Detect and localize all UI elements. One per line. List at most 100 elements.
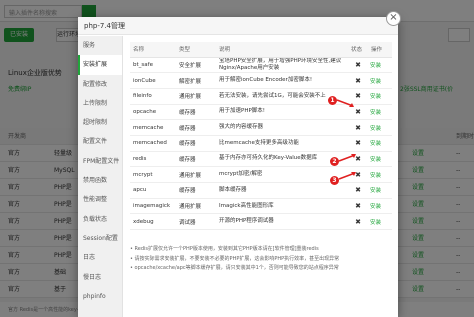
extension-row: ionCube 解密扩展 用于解密ionCube Encoder加密脚本! ✖ 安装 — [130, 72, 392, 89]
sidebar-item[interactable]: FPM配置文件 — [78, 152, 122, 171]
extension-type: 缓存器 — [176, 119, 216, 136]
php-manage-dialog: php-7.4管理 × 服务 安装扩展 配置修改 上传限制 超时限制 配置文件 FPM配置文… — [78, 11, 401, 317]
extension-type: 缓存器 — [176, 151, 216, 168]
extension-table: 名称 类型 说明 状态 操作 bt_safe 安全扩展 宝塔PHP安全扩展，用于增强… — [130, 42, 392, 231]
annotation-arrow-2 — [338, 154, 356, 162]
col-op: 操作 — [368, 42, 392, 58]
extension-desc: 开源的PHP程序调试器 — [216, 213, 348, 231]
extension-status: ✖ — [348, 182, 368, 199]
extension-type: 解密扩展 — [176, 72, 216, 89]
extension-status: ✖ — [348, 72, 368, 89]
extension-row: memcache 缓存器 强大的内容缓存器 ✖ 安装 — [130, 119, 392, 136]
install-link[interactable]: 安装 — [368, 198, 392, 215]
sidebar-item[interactable]: 上传限制 — [78, 94, 122, 113]
sidebar-item[interactable]: 负载状态 — [78, 210, 122, 229]
install-link[interactable]: 安装 — [368, 166, 392, 183]
extension-type: 安全扩展 — [176, 57, 216, 74]
install-link-label[interactable]: 安装 — [370, 126, 381, 132]
sidebar-item[interactable]: 日志 — [78, 248, 122, 267]
note-line: • 请按实际需求安装扩展，不要安装不必要的PHP扩展，这会影响PHP执行效率，甚… — [130, 255, 340, 262]
note-line: • Redis扩展仅允许一个PHP版本使用，安装到其它PHP版本请在[软件管理]… — [130, 246, 319, 252]
install-link-label[interactable]: 安装 — [370, 94, 381, 100]
col-status: 状态 — [348, 42, 368, 58]
col-desc: 说明 — [216, 42, 348, 58]
extension-name: mcrypt — [130, 166, 176, 183]
install-link[interactable]: 安装 — [368, 135, 392, 152]
install-link-label[interactable]: 安装 — [370, 110, 381, 116]
extension-row: imagemagick 通用扩展 Imagick高性能图形库 ✖ 安装 — [130, 198, 392, 215]
sidebar-item[interactable]: 安装扩展 — [78, 55, 122, 75]
extension-list: 名称 类型 说明 状态 操作 bt_safe 安全扩展 宝塔PHP安全扩展，用于增强… — [130, 42, 392, 231]
extension-type: 调试器 — [176, 213, 216, 231]
extension-status: ✖ — [348, 135, 368, 152]
extension-name: memcache — [130, 119, 176, 136]
install-link-label[interactable]: 安装 — [370, 188, 381, 194]
extension-name: redis — [130, 151, 176, 168]
install-link-label[interactable]: 安装 — [370, 141, 381, 147]
sidebar-item[interactable]: 服务 — [78, 36, 122, 55]
extension-desc: 用于加速PHP脚本! — [216, 104, 348, 121]
extension-type: 通用扩展 — [176, 166, 216, 183]
extension-name: bt_safe — [130, 57, 176, 74]
install-link[interactable]: 安装 — [368, 119, 392, 136]
install-link-label[interactable]: 安装 — [370, 204, 381, 210]
extension-type: 缓存器 — [176, 104, 216, 121]
notes-list: • Redis扩展仅允许一个PHP版本使用，安装到其它PHP版本请在[软件管理]… — [130, 245, 392, 274]
note-line: • opcache/xcache/apc等脚本缓存扩展，请只安装其中1个，否则可… — [130, 265, 339, 272]
close-icon[interactable]: × — [386, 11, 401, 26]
extension-name: memcached — [130, 135, 176, 152]
extension-name: opcache — [130, 104, 176, 121]
annotation-arrow-1 — [336, 99, 354, 107]
extension-type: 缓存器 — [176, 135, 216, 152]
sidebar-item[interactable]: 配置文件 — [78, 132, 122, 151]
sidebar-item[interactable]: Session配置 — [78, 229, 122, 248]
extension-desc: 脚本缓存器 — [216, 182, 348, 199]
extension-desc: 基于内存亦可持久化的Key-Value数据库 — [216, 151, 348, 168]
install-link[interactable]: 安装 — [368, 57, 392, 74]
install-link[interactable]: 安装 — [368, 88, 392, 105]
sidebar-item[interactable]: 慢日志 — [78, 268, 122, 287]
extension-desc: 强大的内容缓存器 — [216, 119, 348, 136]
extension-desc: mcrypt加密/解密 — [216, 166, 348, 183]
sidebar-item[interactable]: 禁用函数 — [78, 171, 122, 190]
install-link-label[interactable]: 安装 — [370, 79, 381, 85]
extension-row: bt_safe 安全扩展 宝塔PHP安全扩展，用于增强PHP环境安全性,建议Ngin… — [130, 57, 392, 74]
dialog-title: php-7.4管理 — [78, 17, 398, 35]
extension-name: xdebug — [130, 213, 176, 231]
extension-status: ✖ — [348, 213, 368, 231]
table-header-row: 名称 类型 说明 状态 操作 — [130, 42, 392, 58]
extension-desc: 用于解密ionCube Encoder加密脚本! — [216, 72, 348, 89]
extension-row: apcu 缓存器 脚本缓存器 ✖ 安装 — [130, 182, 392, 199]
install-link[interactable]: 安装 — [368, 213, 392, 231]
extension-desc: 比memcache支持更多高级功能 — [216, 135, 348, 152]
col-type: 类型 — [176, 42, 216, 58]
install-link-label[interactable]: 安装 — [370, 63, 381, 69]
extension-desc: 宝塔PHP安全扩展，用于增强PHP环境安全性,建议Nginx/Apache用户安… — [216, 57, 348, 74]
install-link[interactable]: 安装 — [368, 151, 392, 168]
install-link[interactable]: 安装 — [368, 72, 392, 89]
extension-row: memcached 缓存器 比memcache支持更多高级功能 ✖ 安装 — [130, 135, 392, 152]
extension-type: 通用扩展 — [176, 88, 216, 105]
extension-status: ✖ — [348, 57, 368, 74]
sidebar-item[interactable]: 配置修改 — [78, 75, 122, 94]
install-link[interactable]: 安装 — [368, 104, 392, 121]
col-name: 名称 — [130, 42, 176, 58]
sidebar-item[interactable]: 超时限制 — [78, 113, 122, 132]
extension-name: imagemagick — [130, 198, 176, 215]
extension-status: ✖ — [348, 119, 368, 136]
extension-status: ✖ — [348, 198, 368, 215]
install-link[interactable]: 安装 — [368, 182, 392, 199]
dialog-sidebar: 服务 安装扩展 配置修改 上传限制 超时限制 配置文件 FPM配置文件 禁用函数 性能调整 负载状… — [78, 36, 123, 317]
extension-row: xdebug 调试器 开源的PHP程序调试器 ✖ 安装 — [130, 213, 392, 231]
extension-name: apcu — [130, 182, 176, 199]
install-link-label[interactable]: 安装 — [370, 157, 381, 163]
install-link-label[interactable]: 安装 — [370, 220, 381, 226]
extension-type: 缓存器 — [176, 182, 216, 199]
sidebar-item[interactable]: 性能调整 — [78, 190, 122, 209]
extension-name: ionCube — [130, 72, 176, 89]
extension-name: fileinfo — [130, 88, 176, 105]
extension-desc: Imagick高性能图形库 — [216, 198, 348, 215]
annotation-arrow-3 — [338, 172, 356, 180]
sidebar-item[interactable]: phpinfo — [78, 287, 122, 306]
install-link-label[interactable]: 安装 — [370, 173, 381, 179]
